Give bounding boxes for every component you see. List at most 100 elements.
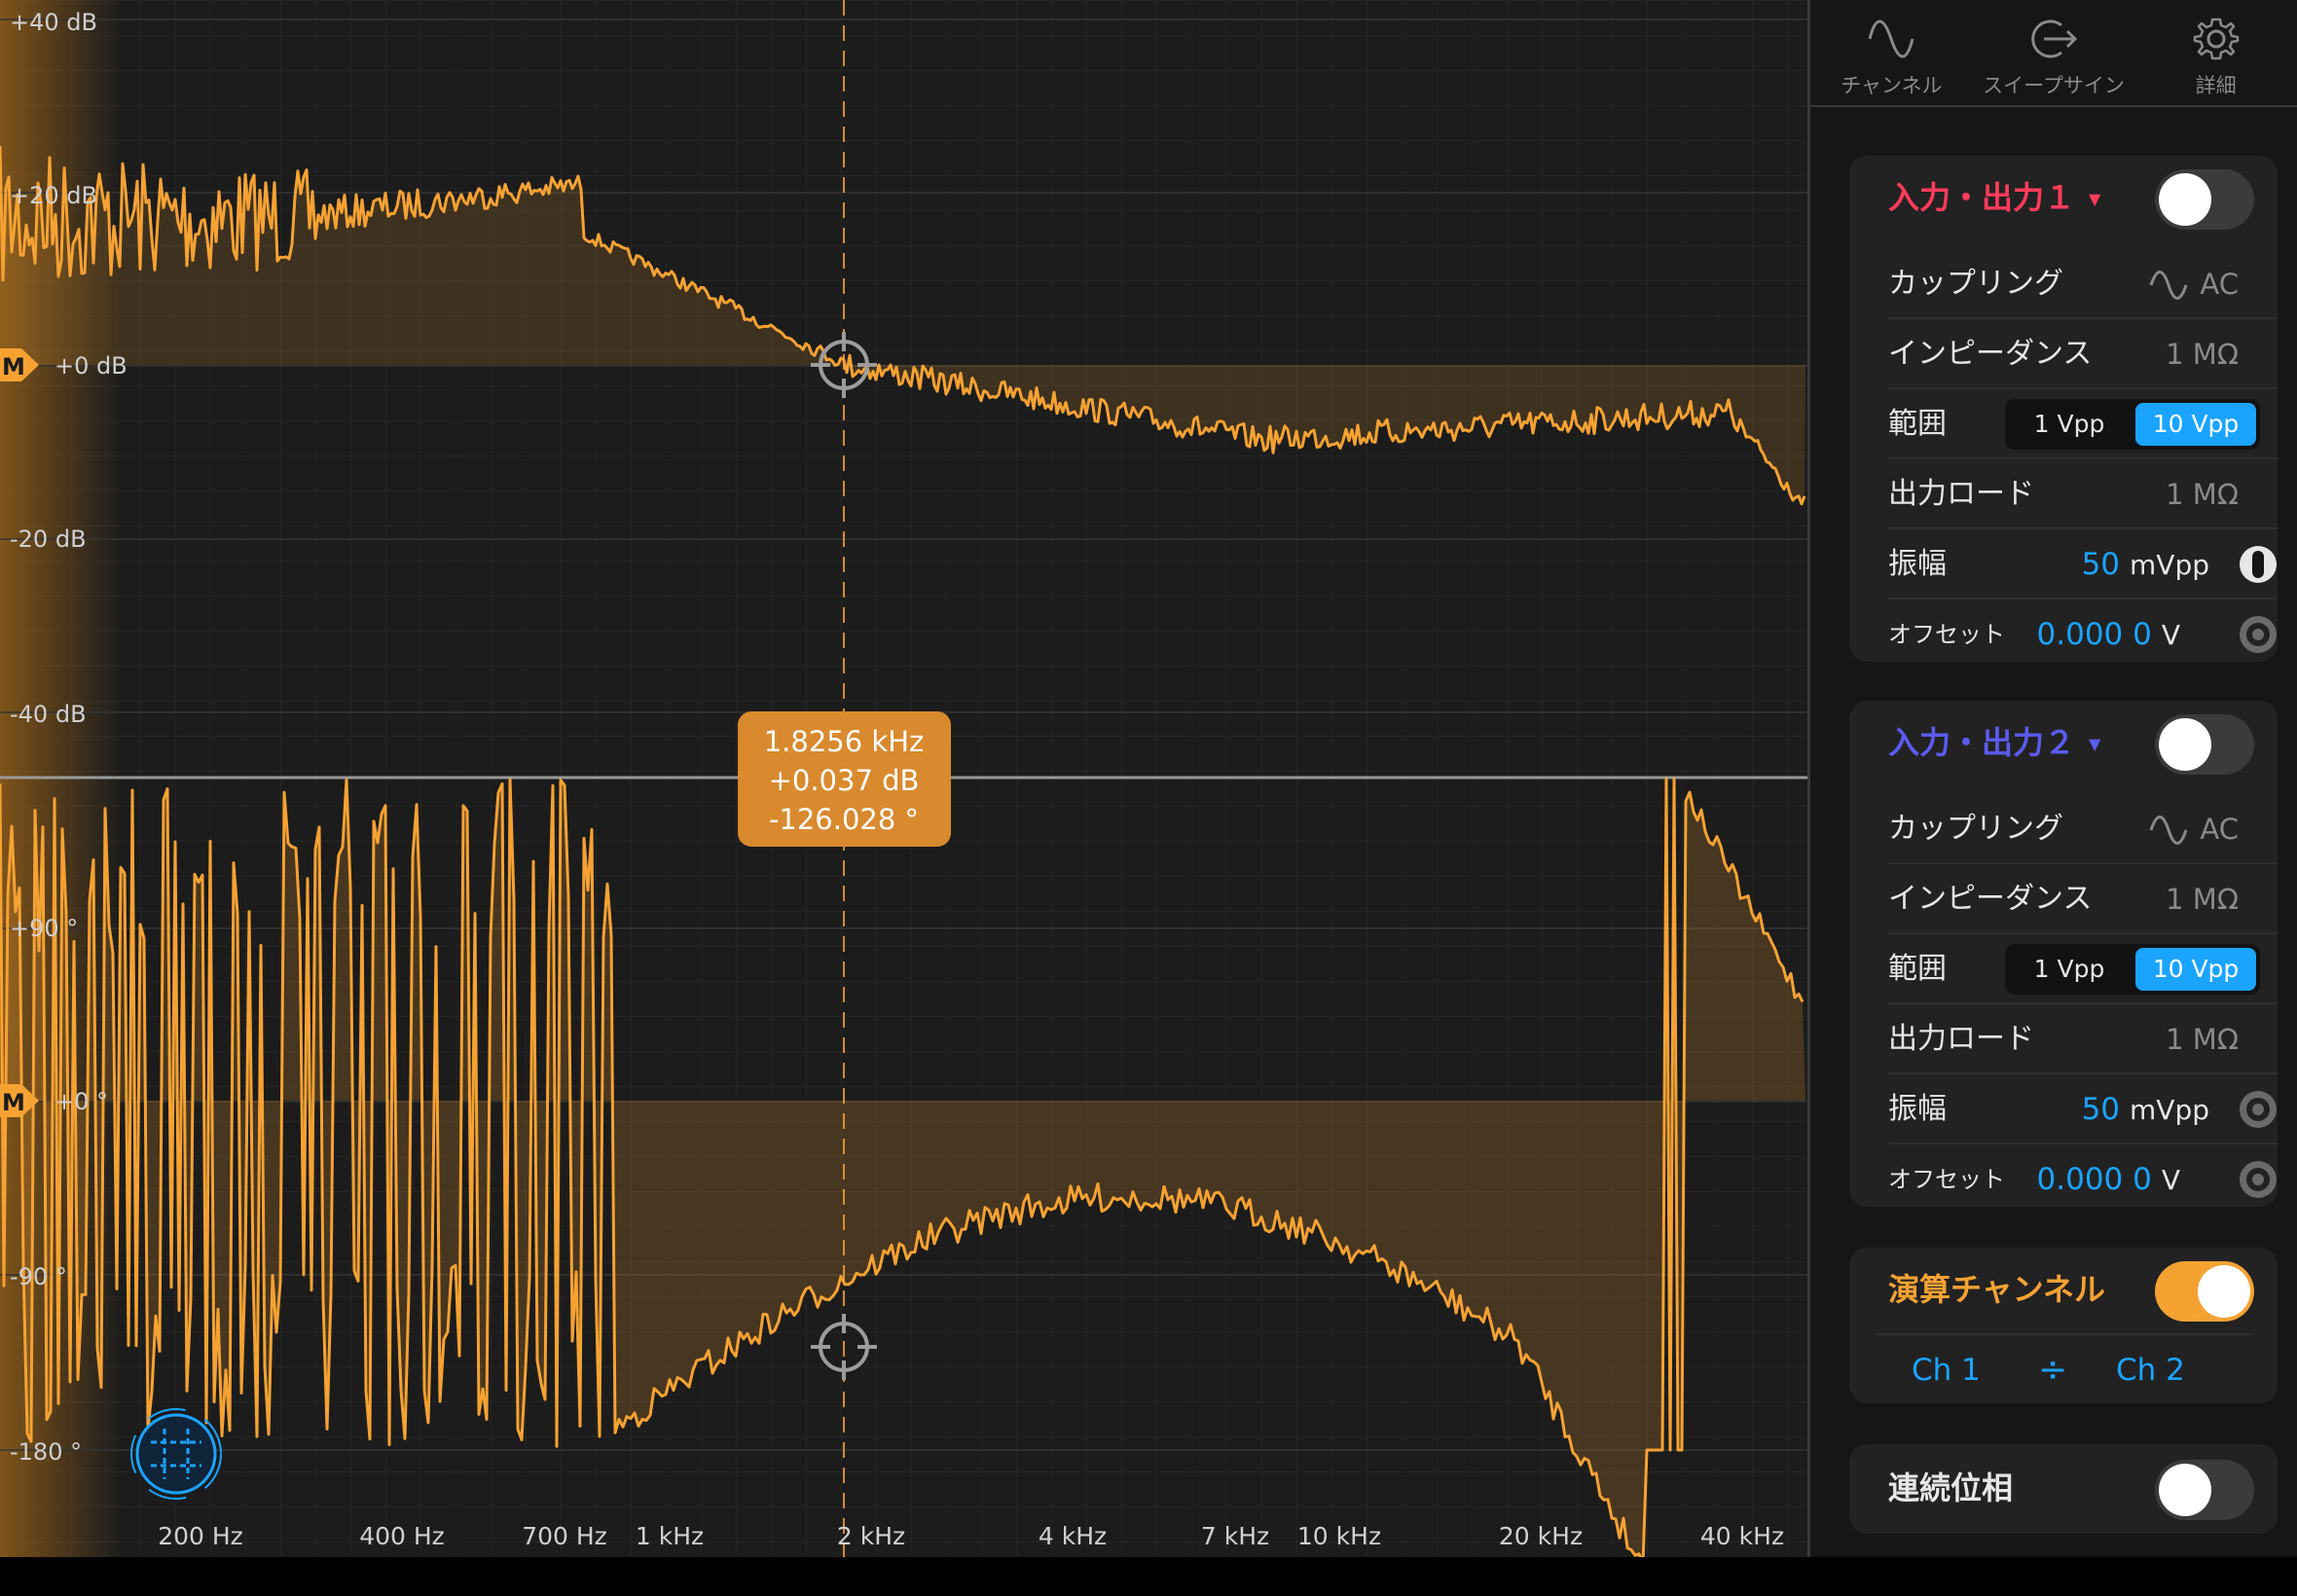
ac-wave-icon	[2149, 271, 2188, 300]
freq-label-7khz: 7 kHz	[1201, 1522, 1269, 1550]
channel-1-load-row[interactable]: 出力ロード 1 MΩ	[1888, 459, 2278, 529]
channel-2-amplitude-row: 振幅 50 mVpp	[1888, 1074, 2278, 1144]
channel-2-dropdown-icon[interactable]: ▼	[2089, 735, 2100, 753]
channel-2-load-row[interactable]: 出力ロード 1 MΩ	[1888, 1004, 2278, 1074]
freq-label-2khz: 2 kHz	[837, 1522, 905, 1550]
amplitude-value[interactable]: 50	[2082, 1092, 2120, 1127]
channel-1-impedance-row[interactable]: インピーダンス 1 MΩ	[1888, 319, 2278, 389]
phase-label-minus180: -180 °	[10, 1438, 82, 1466]
phase-label-90: +90 °	[10, 915, 78, 942]
offset-unit: V	[2161, 619, 2180, 651]
ac-wave-icon	[2149, 816, 2188, 845]
math-channel-card: 演算チャンネル Ch 1 ÷ Ch 2	[1849, 1248, 2278, 1403]
freq-label-4khz: 4 kHz	[1039, 1522, 1107, 1550]
channel-2-title[interactable]: 入力・出力２ ▼	[1888, 722, 2100, 763]
amplitude-label: 振幅	[1888, 547, 1947, 581]
amplitude-label: 振幅	[1888, 1092, 1947, 1126]
mag-label-0: +0 dB	[55, 352, 128, 380]
tab-channel[interactable]: チャンネル	[1810, 0, 1973, 105]
impedance-label: インピーダンス	[1888, 337, 2093, 371]
offset-knob-icon[interactable]	[2239, 1160, 2278, 1199]
freq-label-10khz: 10 kHz	[1297, 1522, 1381, 1550]
math-operator[interactable]: ÷	[2038, 1335, 2067, 1405]
amplitude-unit: mVpp	[2130, 549, 2209, 581]
channel-1-toggle[interactable]	[2155, 169, 2254, 230]
coupling-value: AC	[2200, 813, 2239, 846]
tab-details[interactable]: 詳細	[2134, 0, 2297, 105]
sidebar: チャンネル スイープサイン 詳細 入力・出力１ ▼ カップリング AC インピー…	[1810, 0, 2297, 1557]
mag-label-20: +20 dB	[10, 182, 97, 209]
impedance-value: 1 MΩ	[2166, 883, 2239, 916]
output-load-value: 1 MΩ	[2166, 478, 2239, 511]
freq-label-20khz: 20 kHz	[1499, 1522, 1583, 1550]
range-1vpp-option[interactable]: 1 Vpp	[2009, 948, 2130, 991]
coupling-label: カップリング	[1888, 812, 2063, 846]
svg-text:M: M	[2, 1089, 25, 1116]
range-label: 範囲	[1888, 407, 1947, 441]
channel-1-coupling-row[interactable]: カップリング AC	[1888, 249, 2278, 319]
freq-label-40khz: 40 kHz	[1700, 1522, 1784, 1550]
bode-plot[interactable]: 1.8256 kHz +0.037 dB -126.028 ° +40 dB +…	[0, 0, 1807, 1557]
offset-value[interactable]: 0.000 0	[2037, 617, 2152, 652]
amplitude-knob-icon[interactable]	[2239, 1090, 2278, 1129]
channel-1-amplitude-row: 振幅 50 mVpp	[1888, 529, 2278, 599]
coupling-label: カップリング	[1888, 267, 2063, 301]
continuous-phase-card: 連続位相	[1849, 1444, 2278, 1534]
math-expression: Ch 1 ÷ Ch 2	[1849, 1335, 2278, 1405]
output-load-value: 1 MΩ	[2166, 1023, 2239, 1056]
channel-2-coupling-row[interactable]: カップリング AC	[1888, 794, 2278, 864]
offset-label: オフセット	[1888, 621, 2005, 648]
channel-2-impedance-row[interactable]: インピーダンス 1 MΩ	[1888, 864, 2278, 934]
math-channel-a[interactable]: Ch 1	[1912, 1335, 1981, 1405]
impedance-label: インピーダンス	[1888, 882, 2093, 916]
channel-1-title[interactable]: 入力・出力１ ▼	[1888, 177, 2100, 218]
offset-label: オフセット	[1888, 1166, 2005, 1193]
readout-freq: 1.8256 kHz	[764, 725, 925, 758]
range-segmented-control[interactable]: 1 Vpp 10 Vpp	[2005, 944, 2260, 995]
phase-label-minus90: -90 °	[10, 1263, 67, 1290]
freq-label-1khz: 1 kHz	[636, 1522, 704, 1550]
amplitude-knob-icon[interactable]	[2239, 545, 2278, 584]
math-channel-title: 演算チャンネル	[1888, 1271, 2106, 1308]
channel-2-card: 入力・出力２ ▼ カップリング AC インピーダンス 1 MΩ 範囲 1 Vpp …	[1849, 701, 2278, 1207]
top-nav: チャンネル スイープサイン 詳細	[1810, 0, 2297, 107]
readout-mag: +0.037 dB	[769, 764, 920, 797]
math-channel-toggle[interactable]	[2155, 1261, 2254, 1322]
amplitude-unit: mVpp	[2130, 1094, 2209, 1126]
tab-sweep-sine[interactable]: スイープサイン	[1973, 0, 2135, 105]
channel-1-dropdown-icon[interactable]: ▼	[2089, 190, 2100, 208]
freq-label-700hz: 700 Hz	[522, 1522, 607, 1550]
coupling-value: AC	[2200, 268, 2239, 301]
channel-2-offset-row: オフセット 0.000 0 V	[1888, 1144, 2278, 1215]
channel-1-range-row: 範囲 1 Vpp 10 Vpp	[1888, 389, 2278, 459]
impedance-value: 1 MΩ	[2166, 338, 2239, 371]
range-1vpp-option[interactable]: 1 Vpp	[2009, 403, 2130, 446]
mag-label-40: +40 dB	[10, 9, 97, 36]
tab-channel-label: チャンネル	[1841, 74, 1943, 97]
channel-2-range-row: 範囲 1 Vpp 10 Vpp	[1888, 934, 2278, 1004]
offset-unit: V	[2161, 1164, 2180, 1196]
output-load-label: 出力ロード	[1888, 1022, 2034, 1056]
math-channel-b[interactable]: Ch 2	[2116, 1335, 2185, 1405]
offset-value[interactable]: 0.000 0	[2037, 1162, 2152, 1197]
tab-sweep-sine-label: スイープサイン	[1983, 74, 2125, 97]
sweep-output-icon	[2031, 19, 2078, 58]
channel-2-toggle[interactable]	[2155, 714, 2254, 775]
continuous-phase-toggle[interactable]	[2155, 1460, 2254, 1520]
range-10vpp-option[interactable]: 10 Vpp	[2135, 948, 2256, 991]
cursor-readout: 1.8256 kHz +0.037 dB -126.028 °	[738, 711, 951, 847]
mag-label-minus40: -40 dB	[10, 701, 87, 728]
gear-icon	[2193, 18, 2239, 60]
range-segmented-control[interactable]: 1 Vpp 10 Vpp	[2005, 399, 2260, 450]
amplitude-value[interactable]: 50	[2082, 547, 2120, 582]
channel-1-card: 入力・出力１ ▼ カップリング AC インピーダンス 1 MΩ 範囲 1 Vpp …	[1849, 156, 2278, 662]
range-10vpp-option[interactable]: 10 Vpp	[2135, 403, 2256, 446]
readout-phase: -126.028 °	[769, 803, 919, 836]
offset-knob-icon[interactable]	[2239, 615, 2278, 654]
tab-details-label: 詳細	[2195, 74, 2237, 97]
bottom-bar	[0, 1557, 2297, 1596]
continuous-phase-title: 連続位相	[1888, 1469, 2014, 1506]
channel-1-offset-row: オフセット 0.000 0 V	[1888, 599, 2278, 670]
freq-label-200hz: 200 Hz	[158, 1522, 243, 1550]
phase-label-0: +0 °	[55, 1088, 108, 1115]
